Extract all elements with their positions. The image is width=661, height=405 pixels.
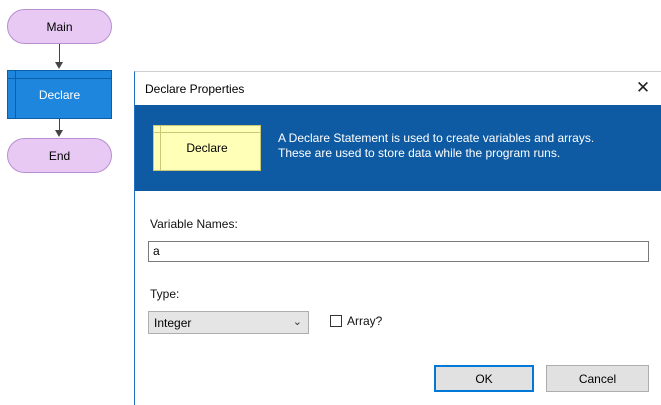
variable-names-input[interactable]: a (148, 241, 649, 262)
declare-block-vline (15, 71, 16, 118)
main-label: Main (46, 19, 73, 34)
cancel-button[interactable]: Cancel (546, 365, 649, 392)
declare-statement-icon: Declare (153, 125, 261, 171)
declare-label: Declare (38, 87, 81, 102)
type-label: Type: (150, 287, 180, 301)
dialog-banner: Declare A Declare Statement is used to c… (135, 105, 661, 191)
type-select[interactable]: Integer ⌄ (148, 311, 309, 334)
declare-block-hline (8, 78, 111, 79)
ok-button-label: OK (475, 371, 493, 386)
dialog-title: Declare Properties (145, 81, 245, 96)
type-select-value: Integer (154, 315, 192, 330)
flowchart-end-terminal[interactable]: End (7, 138, 112, 173)
banner-description: A Declare Statement is used to create va… (278, 131, 594, 161)
connector-line (59, 44, 60, 64)
declare-properties-dialog: Declare Properties ✕ Declare A Declare S… (134, 71, 661, 405)
declare-icon-label: Declare (186, 141, 228, 155)
declare-icon-hline (154, 132, 260, 133)
end-label: End (48, 148, 71, 163)
array-label[interactable]: Array? (347, 314, 382, 328)
close-icon[interactable]: ✕ (633, 78, 653, 98)
cancel-button-label: Cancel (578, 371, 617, 386)
array-checkbox[interactable] (330, 315, 342, 327)
banner-line-1: A Declare Statement is used to create va… (278, 131, 595, 145)
declare-icon-vline (160, 126, 161, 170)
ok-button[interactable]: OK (434, 365, 534, 392)
connector-arrow (55, 130, 63, 137)
chevron-down-icon: ⌄ (292, 316, 302, 328)
dialog-titlebar: Declare Properties (135, 72, 661, 105)
flowchart-declare-block[interactable]: Declare (7, 70, 112, 119)
banner-line-2: These are used to store data while the p… (278, 146, 561, 160)
flowchart-main-terminal[interactable]: Main (7, 9, 112, 44)
variable-names-label: Variable Names: (150, 217, 238, 231)
connector-arrow (55, 62, 63, 69)
